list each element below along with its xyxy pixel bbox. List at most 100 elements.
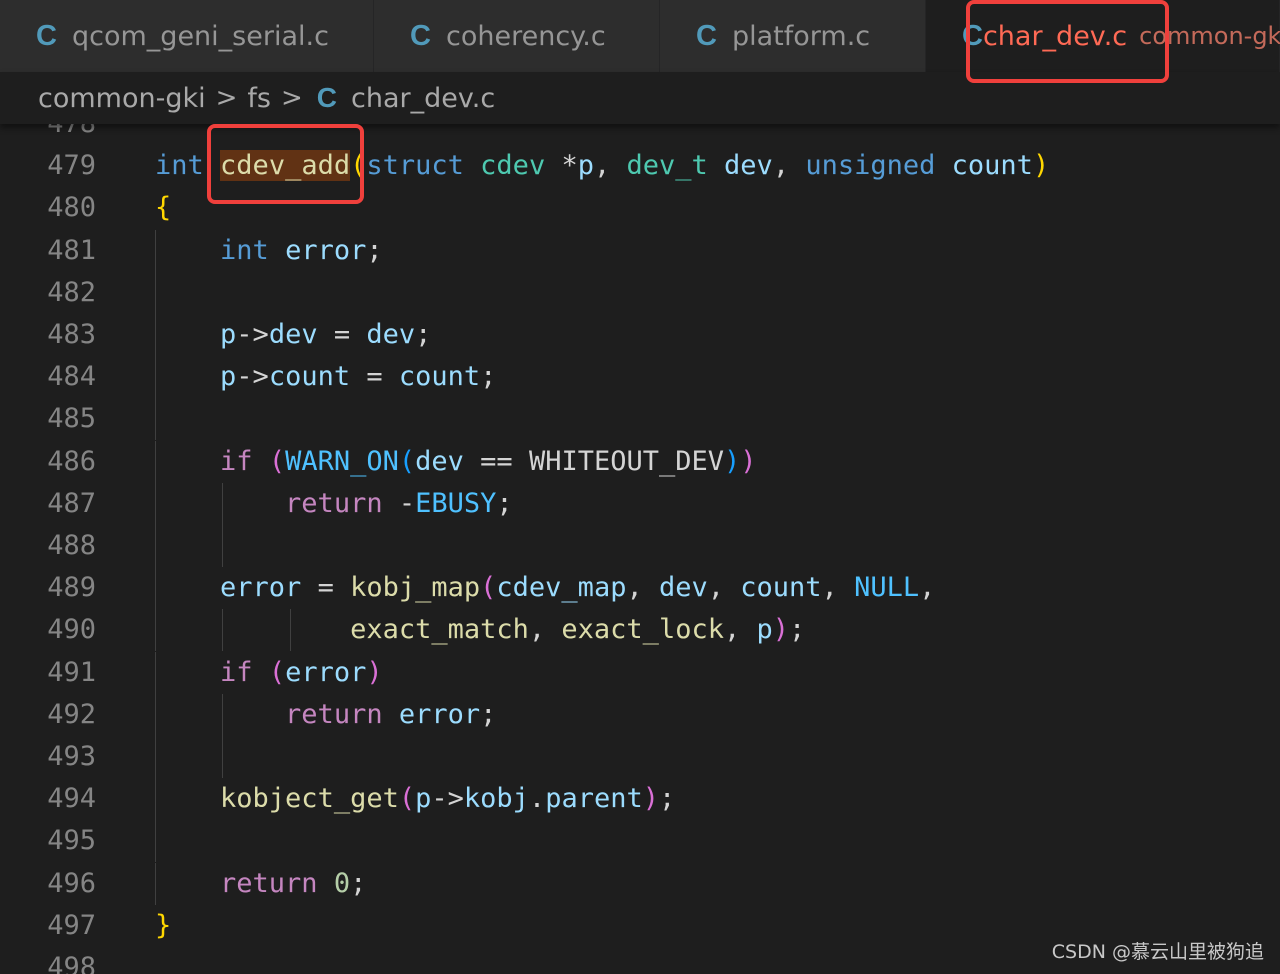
code-line[interactable]: 495 (0, 820, 1280, 863)
code-token: int (155, 150, 204, 182)
code-token: dev (268, 319, 318, 350)
code-token: if (220, 445, 253, 477)
code-line[interactable]: 485 (0, 398, 1280, 441)
line-number: 484 (47, 361, 96, 393)
code-token: count (740, 572, 822, 604)
code-line[interactable]: 490 exact_match, exact_lock, p); (0, 609, 1280, 652)
code-line[interactable]: 483 p->dev = dev; (0, 314, 1280, 356)
code-line[interactable]: 494 kobject_get(p->kobj.parent); (0, 778, 1280, 821)
line-number: 495 (47, 825, 96, 857)
code-token: count (398, 361, 481, 393)
breadcrumb-folder-fs[interactable]: fs (247, 83, 271, 114)
code-token: 0 (333, 867, 351, 899)
code-text: if (WARN_ON(dev == WHITEOUT_DEV)) (155, 441, 757, 483)
tab-label: char_dev.c (982, 20, 1128, 52)
code-line[interactable]: 478 (0, 124, 1280, 145)
code-line[interactable]: 486 if (WARN_ON(dev == WHITEOUT_DEV)) (0, 440, 1280, 483)
code-token: cdev_add (220, 150, 351, 182)
code-token: dev (366, 319, 416, 350)
code-token: ; (480, 698, 497, 730)
code-token: ; (415, 319, 432, 350)
line-number: 479 (47, 150, 96, 182)
code-line[interactable]: 482 (0, 271, 1280, 314)
breadcrumb-folder-common-gki[interactable]: common-gki (38, 83, 206, 114)
chevron-right-icon: > (281, 83, 303, 113)
code-token: ; (350, 867, 367, 899)
code-token: int (220, 234, 269, 266)
tab-qcom-geni-serial[interactable]: C qcom_geni_serial.c (0, 0, 374, 72)
code-token: , (593, 150, 627, 182)
tab-char-dev-active[interactable]: C char_dev.c common-gki (926, 0, 1280, 72)
line-number: 494 (47, 783, 96, 815)
c-file-icon: C (696, 19, 717, 52)
code-token: ) (642, 783, 659, 815)
tab-label: coherency.c (446, 20, 606, 52)
code-line[interactable]: 493 (0, 736, 1280, 778)
code-line[interactable]: 479 int cdev_add(struct cdev *p, dev_t de… (0, 145, 1280, 187)
code-token: p (415, 783, 432, 815)
code-text: return -EBUSY; (155, 483, 513, 525)
tab-label: qcom_geni_serial.c (72, 20, 329, 52)
indent-guide (155, 398, 156, 441)
code-line[interactable]: 491 if (error) (0, 651, 1280, 694)
indent-guide (155, 525, 156, 567)
code-token: ; (480, 361, 497, 393)
code-token: , (919, 572, 936, 604)
code-token: ; (496, 487, 513, 519)
code-line[interactable]: 489 error = kobj_map(cdev_map, dev, coun… (0, 567, 1280, 610)
code-token: , (772, 150, 806, 182)
code-token: ; (659, 783, 676, 815)
line-number: 497 (47, 909, 96, 941)
code-text: } (155, 905, 171, 947)
chevron-right-icon: > (215, 83, 238, 113)
code-line[interactable]: 496 return 0; (0, 862, 1280, 905)
code-text: int error; (155, 230, 383, 272)
code-token: kobject_get (220, 783, 399, 815)
code-token: p (756, 614, 773, 646)
code-token: dev (658, 572, 708, 604)
editor-tab-bar: C qcom_geni_serial.c C coherency.c C pla… (0, 0, 1280, 72)
code-token: { (155, 192, 172, 224)
line-number: 491 (47, 656, 96, 688)
tab-platform[interactable]: C platform.c (660, 0, 926, 72)
code-line[interactable]: 487 return -EBUSY; (0, 482, 1280, 525)
breadcrumb-file[interactable]: char_dev.c (351, 83, 495, 114)
c-file-icon: C (36, 19, 57, 52)
indent-guide (155, 736, 156, 778)
code-token: kobj (463, 783, 529, 815)
code-editor[interactable]: 478479int cdev_add(struct cdev *p, dev_t… (0, 124, 1280, 974)
code-line[interactable]: 488 (0, 525, 1280, 567)
code-token: unsigned (805, 150, 936, 182)
code-token: ( (268, 656, 286, 688)
line-number: 489 (47, 572, 96, 604)
code-token: ( (268, 445, 286, 477)
line-number: 490 (47, 614, 96, 646)
breadcrumb: common-gki > fs > C char_dev.c (0, 72, 1280, 124)
tab-description: common-gki (1139, 22, 1280, 50)
tab-coherency[interactable]: C coherency.c (374, 0, 660, 72)
watermark: CSDN @慕云山里被狗追 (1051, 941, 1264, 963)
line-number: 485 (47, 403, 96, 435)
code-line[interactable]: 492 return error; (0, 693, 1280, 736)
code-line[interactable]: 480 { (0, 187, 1280, 229)
code-token: WARN_ON (285, 445, 399, 477)
code-token: , (821, 572, 855, 604)
code-text: p->dev = dev; (155, 314, 431, 356)
code-line[interactable]: 481 int error; (0, 229, 1280, 272)
code-line[interactable]: 484 p->count = count; (0, 356, 1280, 399)
code-token: , (528, 614, 562, 646)
line-number: 481 (47, 234, 96, 266)
line-number: 480 (47, 192, 96, 224)
code-token: , (707, 572, 741, 604)
code-token: error (285, 656, 367, 688)
code-text: return error; (155, 694, 496, 736)
code-token: error (220, 572, 302, 604)
